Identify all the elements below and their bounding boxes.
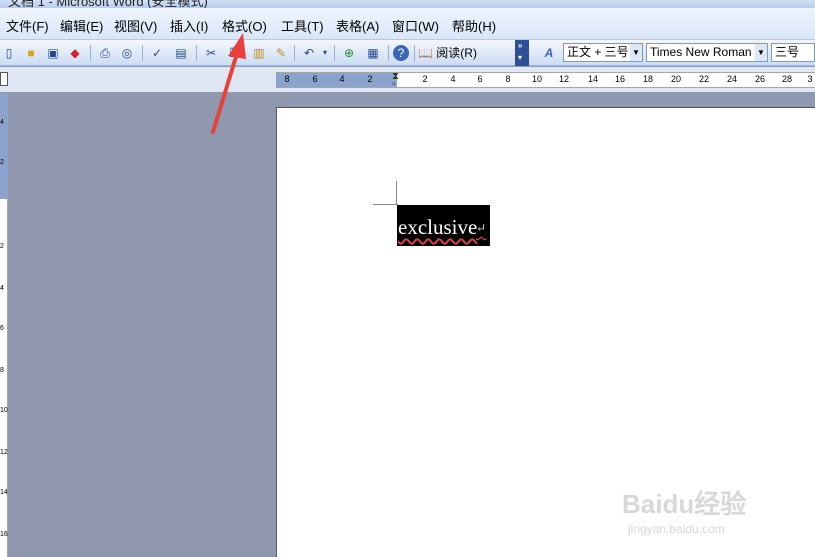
selected-text[interactable]: exclusive ↵ — [397, 205, 490, 246]
help-icon[interactable]: ? — [393, 45, 409, 61]
ruler-tick: 16 — [614, 74, 626, 84]
toolbar-separator — [414, 45, 415, 61]
ruler-tick: 6 — [312, 74, 318, 84]
menu-insert[interactable]: 插入(I) — [170, 16, 208, 35]
table-icon[interactable]: ▦ — [364, 44, 382, 62]
menu-bar: 文件(F) 编辑(E) 视图(V) 插入(I) 格式(O) 工具(T) 表格(A… — [0, 8, 815, 40]
ruler-tick: 2 — [367, 74, 373, 84]
copy-icon[interactable]: ❐ — [226, 44, 244, 62]
paragraph-mark-icon: ↵ — [476, 221, 487, 235]
undo-dropdown-icon[interactable]: ▾ — [316, 44, 334, 62]
window-title: 文档 1 - Microsoft Word (安全模式) — [8, 0, 208, 8]
ruler-tick: 20 — [670, 74, 682, 84]
ruler-tick: 18 — [642, 74, 654, 84]
ruler-tick: 24 — [726, 74, 738, 84]
toolbar-separator — [142, 45, 143, 61]
new-document-icon[interactable]: ▯ — [0, 44, 18, 62]
print-icon[interactable]: ⎙ — [96, 44, 114, 62]
toolbar-options-chevron[interactable]: » ▾ — [515, 40, 529, 66]
menu-edit[interactable]: 编辑(E) — [60, 16, 103, 35]
ruler-tick: 8 — [0, 367, 4, 374]
font-size-select[interactable]: 三号 — [771, 43, 815, 62]
tab-selector[interactable] — [0, 72, 8, 86]
toolbar-separator — [294, 45, 295, 61]
toolbar-separator — [90, 45, 91, 61]
research-icon[interactable]: ▤ — [172, 44, 190, 62]
ruler-tick: 8 — [505, 74, 511, 84]
ruler-tick: 26 — [754, 74, 766, 84]
open-folder-icon[interactable]: ■ — [22, 44, 40, 62]
menu-tools[interactable]: 工具(T) — [281, 16, 324, 35]
ruler-left-margin — [276, 73, 397, 87]
watermark-brand: Baidu经验 — [622, 489, 747, 519]
book-icon: 📖 — [418, 46, 433, 60]
selected-text-content: exclusive — [398, 215, 478, 239]
ruler-tick: 4 — [450, 74, 456, 84]
horizontal-ruler[interactable]: 8 6 4 2 2 4 6 8 10 12 14 16 18 20 22 24 … — [276, 72, 815, 90]
read-mode-button[interactable]: 📖 阅读(R) — [418, 44, 477, 61]
paste-icon[interactable]: ▥ — [250, 44, 268, 62]
save-icon[interactable]: ▣ — [44, 44, 62, 62]
menu-table[interactable]: 表格(A) — [336, 16, 379, 35]
title-bar: 文档 1 - Microsoft Word (安全模式) — [0, 0, 815, 8]
ruler-tick: 2 — [422, 74, 428, 84]
ruler-top-margin — [0, 93, 8, 199]
ruler-tick: 14 — [587, 74, 599, 84]
cut-icon[interactable]: ✂ — [202, 44, 220, 62]
permission-icon[interactable]: ◆ — [66, 44, 84, 62]
print-preview-icon[interactable]: ◎ — [118, 44, 136, 62]
font-select-value: Times New Roman — [650, 45, 752, 59]
chevron-down-icon[interactable]: ▼ — [755, 44, 767, 61]
toolbar-separator — [388, 45, 389, 61]
ruler-tick: 22 — [698, 74, 710, 84]
ruler-tick: 3 — [807, 74, 813, 84]
watermark-url: jingyan.baidu.com — [628, 522, 725, 536]
menu-help[interactable]: 帮助(H) — [452, 16, 496, 35]
font-size-value: 三号 — [775, 45, 800, 59]
standard-toolbar: ▯ ■ ▣ ◆ ⎙ ◎ ✓ ▤ ✂ ❐ ▥ ✎ ↶ ▾ ⊕ ▦ ? 📖 阅读(R… — [0, 40, 815, 66]
margin-corner-mark — [396, 181, 397, 205]
ruler-tick: 4 — [0, 285, 4, 292]
ruler-tick: 28 — [781, 74, 793, 84]
watermark: Baidu经验 jingyan.baidu.com — [622, 484, 772, 544]
hyperlink-icon[interactable]: ⊕ — [340, 44, 358, 62]
format-painter-icon[interactable]: ✎ — [272, 44, 290, 62]
style-select[interactable]: 正文 + 三号 ▼ — [563, 43, 643, 62]
indent-marker[interactable]: ⧗ ▫ — [392, 72, 401, 90]
menu-window[interactable]: 窗口(W) — [392, 16, 439, 35]
menu-view[interactable]: 视图(V) — [114, 16, 157, 35]
ruler-tick: 8 — [284, 74, 290, 84]
vertical-ruler[interactable]: 4 2 2 4 6 8 10 12 14 16 — [0, 93, 8, 557]
ruler-tick: 12 — [558, 74, 570, 84]
margin-corner-mark — [373, 204, 398, 205]
toolbar-separator — [196, 45, 197, 61]
ruler-tick: 6 — [0, 325, 4, 332]
ruler-tick: 10 — [531, 74, 543, 84]
ruler-tick: 16 — [0, 531, 8, 538]
ruler-tick: 14 — [0, 489, 8, 496]
menu-file[interactable]: 文件(F) — [6, 16, 49, 35]
ruler-tick: 4 — [339, 74, 345, 84]
ruler-tick: 4 — [0, 119, 4, 126]
spelling-icon[interactable]: ✓ — [148, 44, 166, 62]
ruler-tick: 10 — [0, 407, 8, 414]
chevron-down-icon[interactable]: ▼ — [630, 44, 642, 61]
menu-format[interactable]: 格式(O) — [222, 16, 267, 35]
style-select-value: 正文 + 三号 — [567, 45, 629, 59]
ruler-tick: 2 — [0, 159, 4, 166]
read-mode-label: 阅读(R) — [436, 46, 477, 60]
font-select[interactable]: Times New Roman ▼ — [646, 43, 768, 62]
ruler-tick: 6 — [477, 74, 483, 84]
toolbar-separator — [334, 45, 335, 61]
ruler-tick: 12 — [0, 449, 8, 456]
styles-formatting-icon[interactable]: A — [540, 44, 558, 62]
ruler-tick: 2 — [0, 243, 4, 250]
